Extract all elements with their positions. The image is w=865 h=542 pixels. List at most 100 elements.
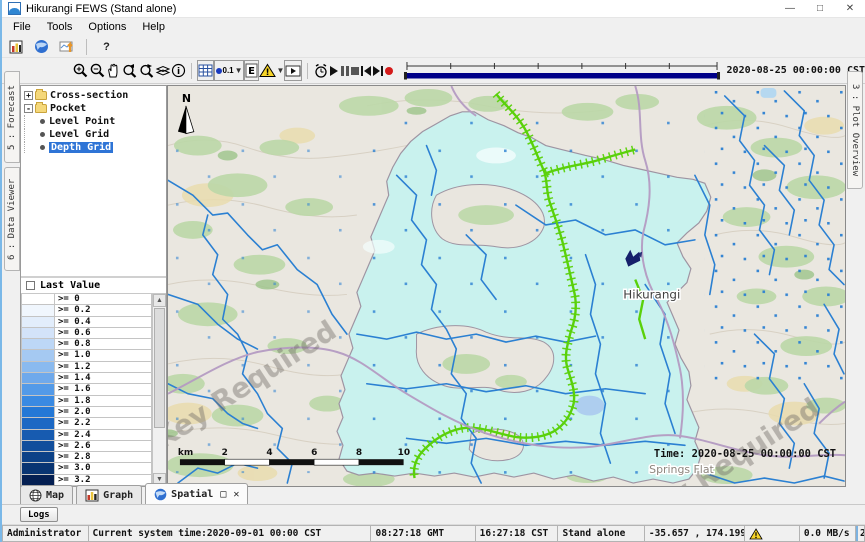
- node-bullet-icon: [40, 132, 45, 137]
- grid-display-icon[interactable]: [197, 60, 214, 81]
- step-forward-icon[interactable]: [372, 60, 384, 81]
- tree-label: Level Point: [49, 116, 115, 127]
- restore-pane-icon[interactable]: □: [220, 489, 226, 500]
- menu-bar: File Tools Options Help: [2, 18, 865, 36]
- last-value-checkbox[interactable]: [26, 281, 35, 290]
- legend-row: >= 1.6: [21, 384, 152, 395]
- legend-swatch: [21, 407, 55, 418]
- zoom-next-icon[interactable]: [138, 60, 155, 81]
- status-warning-cell[interactable]: [744, 525, 798, 542]
- legend-swatch: [21, 362, 55, 373]
- map-view[interactable]: API Key Required API Key Required Hikura…: [167, 85, 846, 487]
- expand-icon[interactable]: +: [24, 91, 33, 100]
- zoom-in-icon[interactable]: [72, 60, 89, 81]
- data-panel: + Cross-section - Pocket Level Point: [20, 85, 167, 487]
- menu-tools[interactable]: Tools: [40, 19, 80, 35]
- window-title: Hikurangi FEWS (Stand alone): [26, 3, 176, 15]
- menu-help[interactable]: Help: [135, 19, 172, 35]
- status-mode: Stand alone: [557, 525, 643, 542]
- help-icon[interactable]: ?: [96, 36, 117, 57]
- scroll-thumb[interactable]: [154, 308, 165, 428]
- status-user: Administrator: [2, 525, 88, 542]
- menu-file[interactable]: File: [6, 19, 38, 35]
- database-display-icon[interactable]: [6, 36, 27, 57]
- place-label: Springs Flat: [649, 463, 714, 476]
- tree-label: Level Grid: [49, 129, 109, 140]
- tab-data-viewer[interactable]: 6 : Data Viewer: [4, 167, 20, 271]
- play-icon[interactable]: [329, 60, 339, 81]
- record-icon[interactable]: [384, 60, 394, 81]
- legend-row: >= 1.8: [21, 396, 152, 407]
- tree-item-cross-section[interactable]: + Cross-section: [24, 89, 166, 101]
- menu-options[interactable]: Options: [81, 19, 133, 35]
- legend-row: >= 2.2: [21, 418, 152, 429]
- movie-player-icon[interactable]: [284, 60, 302, 81]
- last-value-label: Last Value: [40, 280, 100, 291]
- info-icon[interactable]: i: [171, 60, 186, 81]
- stop-icon[interactable]: [350, 60, 360, 81]
- tree-item-depth-grid[interactable]: Depth Grid: [24, 141, 166, 153]
- legend-swatch: [21, 441, 55, 452]
- status-transfer-rate: 0.0 MB/s: [799, 525, 855, 542]
- tree-item-pocket[interactable]: - Pocket: [24, 102, 166, 114]
- node-bullet-icon: [40, 119, 45, 124]
- close-button[interactable]: ✕: [835, 0, 865, 17]
- legend-scrollbar[interactable]: ▲ ▼: [152, 294, 166, 486]
- legend-row: >= 0.6: [21, 328, 152, 339]
- legend-row: >= 0.2: [21, 305, 152, 316]
- tab-graph[interactable]: Graph: [76, 485, 142, 504]
- tree-label: Cross-section: [50, 90, 128, 101]
- legend-panel: Last Value >= 0 >= 0.2 >= 0.4 >= 0.6 >= …: [21, 278, 166, 486]
- legend-row: >= 2.8: [21, 452, 152, 463]
- map-time-label: Time: 2020-08-25 00:00:00 CST: [654, 448, 836, 460]
- legend-row: >= 0.8: [21, 339, 152, 350]
- animation-timer-icon[interactable]: [313, 60, 329, 81]
- globe-spatial-icon[interactable]: [31, 36, 52, 57]
- title-bar: Hikurangi FEWS (Stand alone) — □ ✕: [2, 0, 865, 18]
- minimize-button[interactable]: —: [775, 0, 805, 17]
- legend-row: >= 1.0: [21, 350, 152, 361]
- legend-swatch: [21, 305, 55, 316]
- point-size-dropdown[interactable]: 0.1 ▼: [214, 60, 244, 81]
- pan-hand-icon[interactable]: [106, 60, 121, 81]
- svg-text:6: 6: [311, 448, 317, 458]
- legend-swatch: [21, 430, 55, 441]
- collapse-icon[interactable]: -: [24, 104, 33, 113]
- legend-swatch: [21, 396, 55, 407]
- logs-button[interactable]: Logs: [20, 507, 58, 522]
- tree-item-level-grid[interactable]: Level Grid: [24, 128, 166, 140]
- app-logo-icon: [8, 2, 21, 15]
- maximize-button[interactable]: □: [805, 0, 835, 17]
- memory-usage-bar: [856, 526, 858, 541]
- pause-icon[interactable]: [339, 60, 349, 81]
- svg-text:i: i: [177, 67, 180, 77]
- tree-item-level-point[interactable]: Level Point: [24, 115, 166, 127]
- layers-icon[interactable]: [155, 60, 171, 81]
- main-toolbar: ?: [2, 36, 865, 58]
- legend-toggle-icon[interactable]: E: [244, 60, 259, 81]
- zoom-previous-icon[interactable]: [121, 60, 138, 81]
- import-chart-icon[interactable]: [56, 36, 77, 57]
- tab-map[interactable]: Map: [20, 485, 73, 504]
- status-gmt-time: 08:27:18 GMT: [370, 525, 474, 542]
- zoom-out-icon[interactable]: [89, 60, 106, 81]
- status-local-time: 16:27:18 CST: [475, 525, 558, 542]
- tab-spatial[interactable]: Spatial □ ✕: [145, 483, 248, 504]
- node-bullet-icon: [40, 145, 45, 150]
- legend-row: >= 2.6: [21, 441, 152, 452]
- main-area: 5 : Forecast 6 : Data Viewer + Cross-sec…: [2, 85, 865, 487]
- svg-text:km: km: [178, 448, 193, 458]
- town-label: Hikurangi: [623, 287, 680, 301]
- legend-row: >= 1.4: [21, 373, 152, 384]
- tab-forecast[interactable]: 5 : Forecast: [4, 71, 20, 163]
- legend-swatch: [21, 339, 55, 350]
- thresholds-warning-icon[interactable]: ! ▼: [259, 60, 285, 81]
- scroll-up-icon[interactable]: ▲: [153, 294, 166, 307]
- tab-plot-overview[interactable]: 3 : Plot Overview: [847, 71, 863, 189]
- svg-text:!: !: [265, 68, 269, 78]
- close-pane-icon[interactable]: ✕: [233, 489, 239, 500]
- wire-globe-icon: [29, 489, 42, 502]
- step-back-icon[interactable]: [360, 60, 372, 81]
- legend-row: >= 2.4: [21, 430, 152, 441]
- time-slider[interactable]: [403, 60, 721, 82]
